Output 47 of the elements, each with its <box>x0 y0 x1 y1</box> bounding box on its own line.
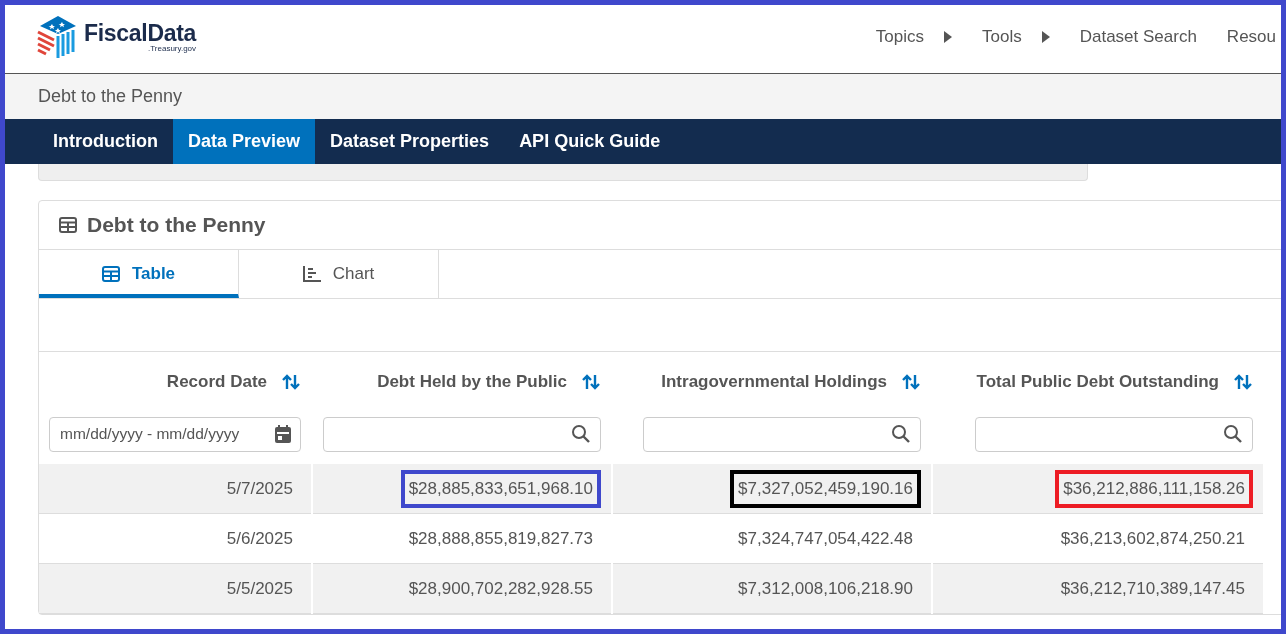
highlighted-table-cell: $7,327,052,459,190.16 <box>730 469 921 508</box>
search-icon <box>891 424 911 444</box>
table-cell-text: $7,312,008,106,218.90 <box>737 577 914 600</box>
column-header[interactable]: Debt Held by the Public <box>377 372 567 392</box>
table-cell-text: $36,212,710,389,147.45 <box>1059 577 1246 600</box>
column-header[interactable]: Total Public Debt Outstanding <box>976 372 1219 392</box>
card-title: Debt to the Penny <box>87 213 266 237</box>
column-header[interactable]: Record Date <box>166 372 267 392</box>
search-icon <box>1223 424 1243 444</box>
table-cell-text: 5/5/2025 <box>225 577 294 600</box>
caret-right-icon[interactable] <box>944 30 952 43</box>
sort-icon[interactable] <box>1233 372 1253 392</box>
table-cell-text: 5/6/2025 <box>225 527 294 550</box>
nav-link[interactable]: Resou <box>1226 26 1276 47</box>
view-tab[interactable]: Chart <box>239 250 439 298</box>
calendar-icon[interactable] <box>275 425 291 443</box>
nav-link[interactable]: Dataset Search <box>1079 26 1197 47</box>
breadcrumb-text: Debt to the Penny <box>38 86 183 107</box>
logo-wordmark[interactable]: FiscalData <box>84 20 197 47</box>
search-field[interactable] <box>323 416 601 452</box>
search-icon <box>571 424 591 444</box>
table-icon <box>59 217 77 233</box>
search-field[interactable] <box>643 416 921 452</box>
table-cell-text: $28,888,855,819,827.73 <box>407 527 594 550</box>
nav-link[interactable]: Topics <box>875 26 924 47</box>
section-tab[interactable]: Introduction <box>38 119 173 164</box>
section-tab[interactable]: Dataset Properties <box>315 119 505 164</box>
caret-right-icon[interactable] <box>1041 30 1050 43</box>
nav-link[interactable]: Tools <box>982 26 1022 47</box>
view-tab[interactable]: Table <box>39 250 239 298</box>
search-field[interactable] <box>975 416 1253 452</box>
bar-chart-icon <box>302 266 321 282</box>
date-range-field[interactable]: mm/dd/yyyy - mm/dd/yyyy <box>49 416 301 452</box>
sort-icon[interactable] <box>581 372 601 392</box>
highlighted-table-cell: $36,212,886,111,158.26 <box>1055 469 1253 508</box>
column-header[interactable]: Intragovernmental Holdings <box>661 372 887 392</box>
table-cell-text: 5/7/2025 <box>225 477 294 500</box>
table-cell-text: $7,324,747,054,422.48 <box>737 527 914 550</box>
table-cell-text: $28,900,702,282,928.55 <box>407 577 594 600</box>
table-icon <box>101 266 120 282</box>
highlighted-table-cell: $28,885,833,651,968.10 <box>400 469 601 508</box>
logo-domain: .Treasury.gov <box>148 44 197 53</box>
section-tab[interactable]: API Quick Guide <box>504 119 676 164</box>
sort-icon[interactable] <box>901 372 921 392</box>
table-cell-text: $36,213,602,874,250.21 <box>1059 527 1246 550</box>
section-tab[interactable]: Data Preview <box>173 119 316 164</box>
sort-icon[interactable] <box>281 372 301 392</box>
